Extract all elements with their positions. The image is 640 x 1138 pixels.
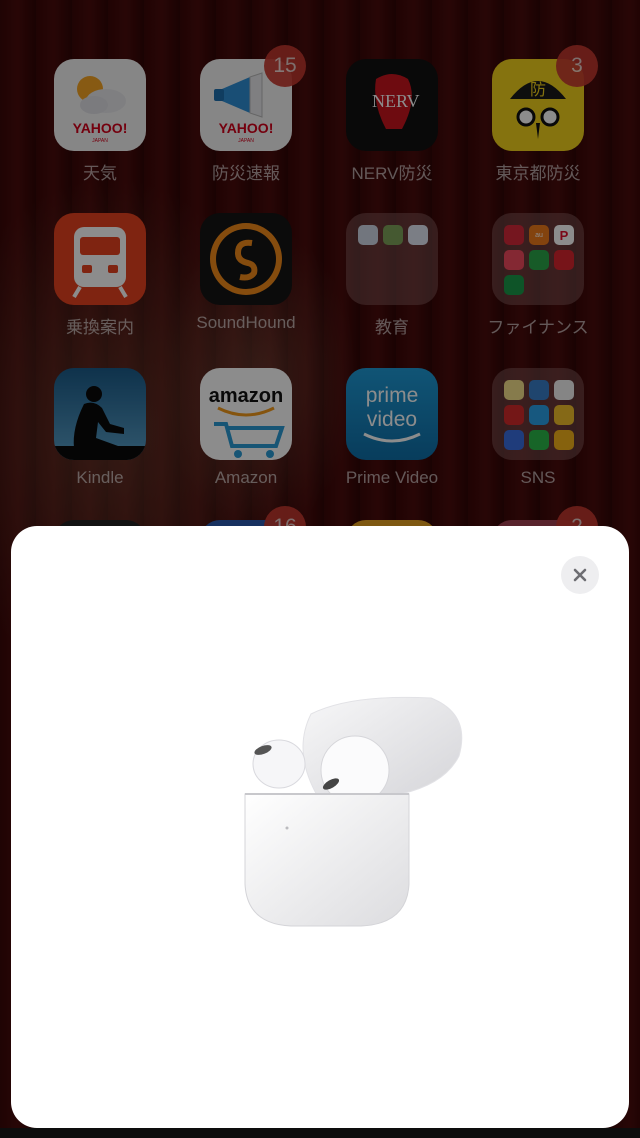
- close-icon: [573, 568, 587, 582]
- airpods-popup-sheet: [11, 526, 629, 1128]
- close-button[interactable]: [561, 556, 599, 594]
- airpods-pro-case-image: [231, 694, 481, 934]
- bottom-edge: [0, 1128, 640, 1138]
